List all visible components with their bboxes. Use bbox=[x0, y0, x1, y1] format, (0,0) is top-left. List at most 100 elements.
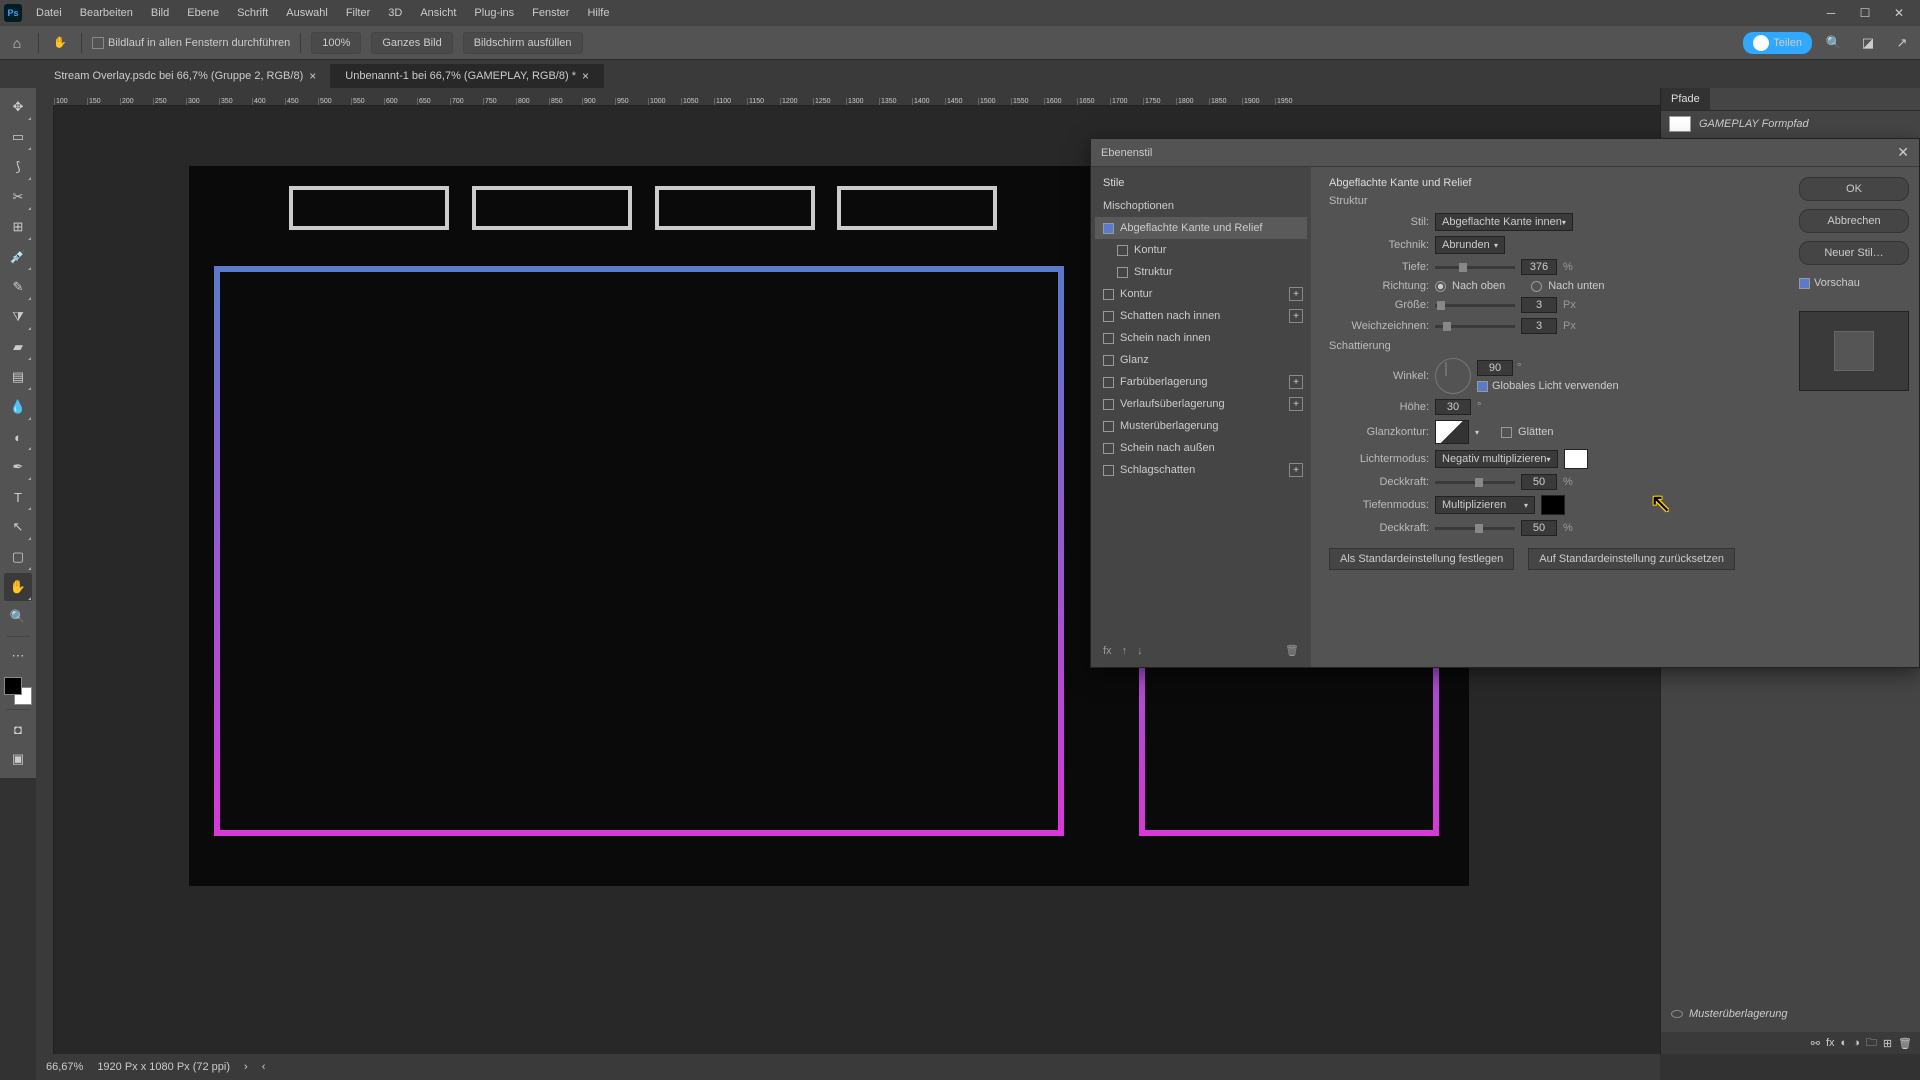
type-tool[interactable]: T bbox=[4, 483, 32, 511]
menu-ebene[interactable]: Ebene bbox=[179, 3, 227, 23]
panel-tab-pfade[interactable]: Pfade bbox=[1661, 88, 1710, 110]
style-satin[interactable]: Glanz bbox=[1095, 349, 1307, 371]
radio-oben[interactable] bbox=[1435, 281, 1446, 292]
close-icon[interactable]: × bbox=[582, 69, 589, 83]
tiefe-slider[interactable] bbox=[1435, 266, 1515, 269]
deck-slider-1[interactable] bbox=[1435, 481, 1515, 484]
layer-effect-row[interactable]: Musterüberlagerung bbox=[1661, 1004, 1920, 1024]
path-select-tool[interactable]: ↖ bbox=[4, 513, 32, 541]
slider-thumb[interactable] bbox=[1475, 524, 1483, 533]
visibility-icon[interactable] bbox=[1671, 1010, 1683, 1018]
document-tab[interactable]: Stream Overlay.psdc bei 66,7% (Gruppe 2,… bbox=[40, 64, 331, 88]
menu-auswahl[interactable]: Auswahl bbox=[278, 3, 336, 23]
make-default-button[interactable]: Als Standardeinstellung festlegen bbox=[1329, 548, 1514, 570]
contour-picker[interactable] bbox=[1435, 420, 1469, 444]
checkbox-icon[interactable] bbox=[1117, 267, 1128, 278]
preview-checkbox[interactable]: Vorschau bbox=[1799, 273, 1909, 293]
move-tool[interactable]: ✥ bbox=[4, 93, 32, 121]
menu-plugins[interactable]: Plug-ins bbox=[466, 3, 522, 23]
search-icon[interactable]: 🔍 bbox=[1822, 31, 1846, 55]
shadow-color[interactable] bbox=[1541, 495, 1565, 515]
up-icon[interactable]: ↑ bbox=[1122, 645, 1128, 657]
style-inner-shadow[interactable]: Schatten nach innen+ bbox=[1095, 305, 1307, 327]
weich-input[interactable]: 3 bbox=[1521, 318, 1557, 334]
chevron-right-icon[interactable]: › bbox=[244, 1061, 248, 1073]
deck-slider-2[interactable] bbox=[1435, 527, 1515, 530]
technik-select[interactable]: Abrunden▾ bbox=[1435, 236, 1505, 254]
style-outer-glow[interactable]: Schein nach außen bbox=[1095, 437, 1307, 459]
mask-icon[interactable]: ◐ bbox=[1841, 1037, 1848, 1049]
slider-thumb[interactable] bbox=[1459, 263, 1467, 272]
ok-button[interactable]: OK bbox=[1799, 177, 1909, 201]
color-swatches[interactable] bbox=[4, 677, 32, 705]
vertical-ruler[interactable] bbox=[36, 106, 54, 1054]
style-bevel[interactable]: Abgeflachte Kante und Relief bbox=[1095, 217, 1307, 239]
doc-info[interactable]: 1920 Px x 1080 Px (72 ppi) bbox=[97, 1061, 230, 1073]
glaetten-checkbox[interactable] bbox=[1501, 427, 1512, 438]
zoom-level[interactable]: 66,67% bbox=[46, 1061, 83, 1073]
eraser-tool[interactable]: ▰ bbox=[4, 333, 32, 361]
folder-icon[interactable]: 🗀 bbox=[1866, 1034, 1877, 1053]
highlight-color[interactable] bbox=[1564, 449, 1588, 469]
frame-tool[interactable]: ⊞ bbox=[4, 213, 32, 241]
weich-slider[interactable] bbox=[1435, 325, 1515, 328]
fx-icon[interactable]: fx bbox=[1103, 645, 1112, 657]
chevron-down-icon[interactable]: ▾ bbox=[1475, 428, 1479, 437]
fit-screen-button[interactable]: Ganzes Bild bbox=[371, 32, 452, 54]
checkbox-icon[interactable] bbox=[1103, 421, 1114, 432]
new-style-button[interactable]: Neuer Stil… bbox=[1799, 241, 1909, 265]
screenmode-tool[interactable]: ▣ bbox=[4, 745, 32, 773]
checkbox-icon[interactable] bbox=[1103, 443, 1114, 454]
checkbox-icon[interactable] bbox=[1117, 245, 1128, 256]
fx-icon[interactable]: fx bbox=[1826, 1037, 1835, 1049]
style-kontur-sub[interactable]: Kontur bbox=[1095, 239, 1307, 261]
fill-icon[interactable]: ◑ bbox=[1853, 1037, 1860, 1049]
document-tab[interactable]: Unbenannt-1 bei 66,7% (GAMEPLAY, RGB/8) … bbox=[331, 64, 604, 88]
deck-input-2[interactable]: 50 bbox=[1521, 520, 1557, 536]
menu-datei[interactable]: Datei bbox=[28, 3, 70, 23]
zoom-100-button[interactable]: 100% bbox=[311, 32, 361, 54]
link-icon[interactable]: ⚯ bbox=[1811, 1037, 1820, 1050]
style-pattern-overlay[interactable]: Musterüberlagerung bbox=[1095, 415, 1307, 437]
export-icon[interactable]: ↗ bbox=[1890, 31, 1914, 55]
maximize-button[interactable]: ☐ bbox=[1848, 0, 1882, 26]
menu-bild[interactable]: Bild bbox=[143, 3, 177, 23]
menu-hilfe[interactable]: Hilfe bbox=[579, 3, 617, 23]
dialog-titlebar[interactable]: Ebenenstil ✕ bbox=[1091, 139, 1919, 167]
foreground-color[interactable] bbox=[4, 677, 22, 695]
gradient-tool[interactable]: ▤ bbox=[4, 363, 32, 391]
slider-thumb[interactable] bbox=[1443, 322, 1451, 331]
path-item[interactable]: GAMEPLAY Formpfad bbox=[1661, 111, 1920, 137]
radio-unten[interactable] bbox=[1531, 281, 1542, 292]
blur-tool[interactable]: 💧 bbox=[4, 393, 32, 421]
stil-select[interactable]: Abgeflachte Kante innen▾ bbox=[1435, 213, 1573, 231]
tiefen-select[interactable]: Multiplizieren▾ bbox=[1435, 496, 1535, 514]
checkbox-icon[interactable] bbox=[1103, 223, 1114, 234]
style-drop-shadow[interactable]: Schlagschatten+ bbox=[1095, 459, 1307, 481]
menu-fenster[interactable]: Fenster bbox=[524, 3, 577, 23]
trash-icon[interactable]: 🗑 bbox=[1285, 644, 1299, 657]
blend-options[interactable]: Mischoptionen bbox=[1095, 195, 1307, 217]
share-button[interactable]: Teilen bbox=[1743, 32, 1812, 54]
checkbox-icon[interactable] bbox=[1103, 377, 1114, 388]
global-light-checkbox[interactable] bbox=[1477, 381, 1488, 392]
plus-icon[interactable]: + bbox=[1289, 309, 1303, 323]
edit-toolbar[interactable]: ⋯ bbox=[4, 642, 32, 670]
plus-icon[interactable]: + bbox=[1289, 287, 1303, 301]
hoehe-input[interactable]: 30 bbox=[1435, 399, 1471, 415]
winkel-input[interactable]: 90 bbox=[1477, 360, 1513, 376]
quickmask-tool[interactable]: ◘ bbox=[4, 715, 32, 743]
slider-thumb[interactable] bbox=[1475, 478, 1483, 487]
lichter-select[interactable]: Negativ multiplizieren▾ bbox=[1435, 450, 1558, 468]
style-gradient-overlay[interactable]: Verlaufsüberlagerung+ bbox=[1095, 393, 1307, 415]
marquee-tool[interactable]: ▭ bbox=[4, 123, 32, 151]
home-icon[interactable]: ⌂ bbox=[6, 32, 28, 54]
horizontal-ruler[interactable]: 1001502002503003504004505005506006507007… bbox=[54, 88, 1660, 106]
close-icon[interactable]: × bbox=[309, 69, 316, 83]
new-icon[interactable]: ⊞ bbox=[1883, 1037, 1892, 1050]
slider-thumb[interactable] bbox=[1437, 301, 1445, 310]
eyedropper-tool[interactable]: 💉 bbox=[4, 243, 32, 271]
checkbox-icon[interactable] bbox=[1103, 289, 1114, 300]
menu-filter[interactable]: Filter bbox=[338, 3, 378, 23]
style-color-overlay[interactable]: Farbüberlagerung+ bbox=[1095, 371, 1307, 393]
